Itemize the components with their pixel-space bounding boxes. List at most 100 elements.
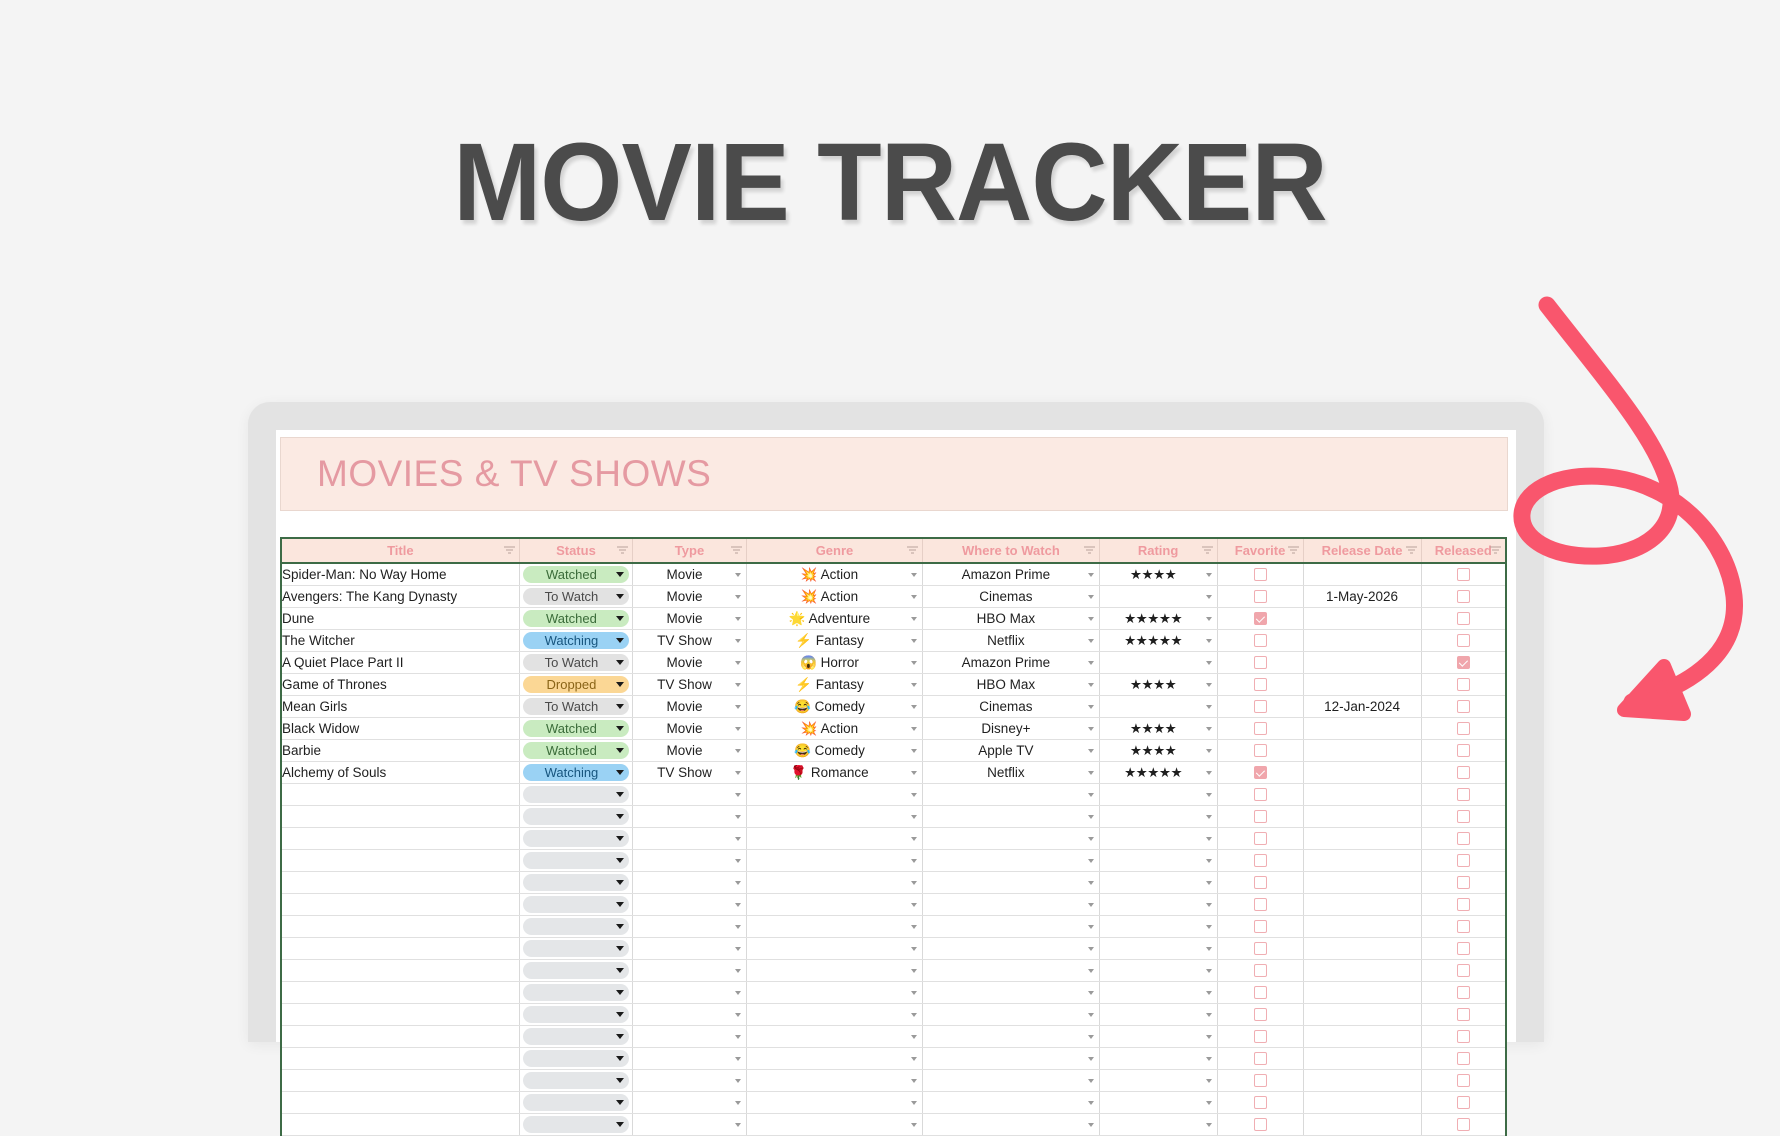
cell-released[interactable] [1420,651,1507,674]
cell-where[interactable] [922,959,1100,982]
cell-released[interactable] [1420,959,1507,982]
cell-status[interactable]: Watched [518,563,634,586]
released-checkbox[interactable] [1456,964,1470,977]
cell-genre[interactable] [745,1069,924,1092]
status-dropdown[interactable] [522,874,630,891]
cell-type[interactable] [632,1025,747,1048]
cell-type[interactable] [632,1047,747,1070]
cell-released[interactable] [1420,739,1507,762]
chevron-down-icon[interactable] [734,946,741,951]
table-row[interactable] [279,937,1507,960]
cell-favorite[interactable] [1216,585,1304,608]
cell-type[interactable] [632,1069,747,1092]
cell-rating[interactable] [1098,805,1218,828]
released-checkbox[interactable] [1456,1096,1470,1109]
cell-status[interactable]: Watching [518,629,634,652]
chevron-down-icon[interactable] [1205,968,1212,973]
released-checkbox[interactable] [1456,986,1470,999]
cell-title[interactable] [279,1091,520,1114]
cell-where[interactable] [922,893,1100,916]
status-dropdown[interactable] [522,1028,630,1045]
cell-status[interactable] [518,1113,634,1136]
chevron-down-icon[interactable] [911,726,918,731]
chevron-down-icon[interactable] [616,748,625,753]
chevron-down-icon[interactable] [616,1056,625,1061]
chevron-down-icon[interactable] [734,594,741,599]
status-dropdown[interactable] [522,896,630,913]
chevron-down-icon[interactable] [1205,924,1212,929]
cell-where[interactable] [922,1047,1100,1070]
cell-status[interactable]: Watched [518,607,634,630]
cell-favorite[interactable] [1216,651,1304,674]
favorite-checkbox[interactable] [1253,854,1267,867]
status-dropdown[interactable] [522,830,630,847]
cell-date[interactable] [1302,717,1422,740]
chevron-down-icon[interactable] [1205,1078,1212,1083]
chevron-down-icon[interactable] [911,1056,918,1061]
status-dropdown[interactable]: Watched [522,566,630,583]
chevron-down-icon[interactable] [1087,990,1094,995]
cell-released[interactable] [1420,783,1507,806]
cell-genre[interactable]: 🌟 Adventure [745,607,924,630]
cell-status[interactable]: Watched [518,739,634,762]
status-dropdown[interactable] [522,1006,630,1023]
favorite-checkbox[interactable] [1253,920,1267,933]
favorite-checkbox[interactable] [1253,612,1267,625]
cell-where[interactable]: HBO Max [922,607,1100,630]
cell-date[interactable] [1302,959,1422,982]
favorite-checkbox[interactable] [1253,810,1267,823]
cell-released[interactable] [1420,1025,1507,1048]
favorite-checkbox[interactable] [1253,1118,1267,1131]
cell-genre[interactable] [745,1091,924,1114]
cell-favorite[interactable] [1216,805,1304,828]
favorite-checkbox[interactable] [1253,656,1267,669]
cell-favorite[interactable] [1216,1025,1304,1048]
cell-rating[interactable] [1098,1047,1218,1070]
table-row[interactable] [279,1113,1507,1136]
cell-type[interactable]: TV Show [632,629,747,652]
cell-genre[interactable]: 😂 Comedy [745,739,924,762]
cell-type[interactable]: Movie [632,739,747,762]
chevron-down-icon[interactable] [1087,946,1094,951]
chevron-down-icon[interactable] [1087,594,1094,599]
cell-genre[interactable] [745,849,924,872]
favorite-checkbox[interactable] [1253,634,1267,647]
released-checkbox[interactable] [1456,568,1470,581]
chevron-down-icon[interactable] [1205,990,1212,995]
cell-title[interactable]: The Witcher [279,629,520,652]
cell-where[interactable]: HBO Max [922,673,1100,696]
cell-genre[interactable] [745,1025,924,1048]
cell-where[interactable]: Netflix [922,761,1100,784]
chevron-down-icon[interactable] [911,770,918,775]
cell-favorite[interactable] [1216,1003,1304,1026]
cell-date[interactable] [1302,563,1422,586]
cell-date[interactable] [1302,1113,1422,1136]
cell-where[interactable]: Cinemas [922,585,1100,608]
chevron-down-icon[interactable] [1087,572,1094,577]
cell-title[interactable] [279,1047,520,1070]
cell-released[interactable] [1420,673,1507,696]
cell-released[interactable] [1420,695,1507,718]
cell-date[interactable] [1302,761,1422,784]
cell-genre[interactable] [745,827,924,850]
cell-type[interactable] [632,805,747,828]
chevron-down-icon[interactable] [1087,1012,1094,1017]
chevron-down-icon[interactable] [1087,748,1094,753]
cell-genre[interactable]: ⚡ Fantasy [745,673,924,696]
cell-rating[interactable] [1098,849,1218,872]
cell-released[interactable] [1420,937,1507,960]
cell-status[interactable]: To Watch [518,651,634,674]
chevron-down-icon[interactable] [1087,924,1094,929]
status-dropdown[interactable]: Watching [522,632,630,649]
cell-type[interactable] [632,849,747,872]
filter-funnel-icon[interactable] [503,546,515,555]
chevron-down-icon[interactable] [1205,1100,1212,1105]
cell-where[interactable] [922,783,1100,806]
table-row[interactable]: A Quiet Place Part II To Watch Movie 😱 Horr… [279,651,1507,674]
chevron-down-icon[interactable] [911,814,918,819]
table-row[interactable]: Game of Thrones Dropped TV Show ⚡ Fantasy HB… [279,673,1507,696]
cell-type[interactable] [632,915,747,938]
chevron-down-icon[interactable] [734,902,741,907]
cell-genre[interactable] [745,893,924,916]
cell-genre[interactable]: 💥 Action [745,717,924,740]
